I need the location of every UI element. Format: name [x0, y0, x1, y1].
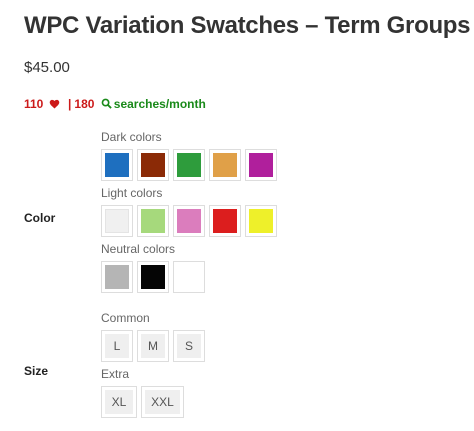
- searches-label: searches/month: [113, 97, 206, 111]
- stats-separator: |: [68, 97, 72, 111]
- color-swatch[interactable]: [173, 205, 205, 237]
- swatch-fill: [105, 209, 129, 233]
- swatch-fill: [105, 153, 129, 177]
- swatch-fill: [249, 209, 273, 233]
- color-swatch[interactable]: [101, 149, 133, 181]
- swatch-fill: [249, 153, 273, 177]
- size-option-label: L: [105, 334, 129, 358]
- swatch-fill: [141, 153, 165, 177]
- product-page: WPC Variation Swatches – Term Groups $45…: [0, 0, 474, 431]
- searches-count: 180: [74, 97, 95, 111]
- search-icon: [101, 98, 112, 109]
- attribute-label-color: Color: [24, 211, 56, 225]
- product-price: $45.00: [24, 59, 70, 76]
- swatch-fill: [105, 265, 129, 289]
- group-label-common: Common: [101, 311, 150, 325]
- size-option-m[interactable]: M: [137, 330, 169, 362]
- color-swatch[interactable]: [137, 149, 169, 181]
- attribute-label-size: Size: [24, 364, 49, 378]
- color-swatch[interactable]: [173, 261, 205, 293]
- color-swatch[interactable]: [245, 149, 277, 181]
- color-swatch[interactable]: [137, 261, 169, 293]
- size-option-xxl[interactable]: XXL: [141, 386, 184, 418]
- color-swatch[interactable]: [209, 149, 241, 181]
- heart-icon: [49, 99, 59, 109]
- group-label-neutral-colors: Neutral colors: [101, 242, 176, 256]
- likes-count: 110: [24, 97, 44, 111]
- color-swatch[interactable]: [101, 261, 133, 293]
- color-swatch[interactable]: [137, 205, 169, 237]
- size-option-label: XXL: [145, 390, 180, 414]
- swatch-fill: [177, 209, 201, 233]
- swatch-fill: [141, 265, 165, 289]
- size-option-s[interactable]: S: [173, 330, 205, 362]
- product-title: WPC Variation Swatches – Term Groups: [24, 12, 471, 39]
- size-option-label: M: [141, 334, 165, 358]
- color-swatch[interactable]: [209, 205, 241, 237]
- product-stats: 110 | 180 searches/month: [24, 97, 206, 111]
- group-label-light-colors: Light colors: [101, 186, 163, 200]
- swatch-fill: [141, 209, 165, 233]
- color-swatch[interactable]: [245, 205, 277, 237]
- size-option-label: S: [177, 334, 201, 358]
- swatch-fill: [177, 153, 201, 177]
- group-label-extra: Extra: [101, 367, 130, 381]
- size-option-label: XL: [105, 390, 133, 414]
- group-label-dark-colors: Dark colors: [101, 130, 162, 144]
- color-swatch[interactable]: [173, 149, 205, 181]
- swatch-fill: [213, 209, 237, 233]
- size-option-xl[interactable]: XL: [101, 386, 137, 418]
- size-option-l[interactable]: L: [101, 330, 133, 362]
- swatch-fill: [177, 265, 201, 289]
- swatch-fill: [213, 153, 237, 177]
- color-swatch[interactable]: [101, 205, 133, 237]
